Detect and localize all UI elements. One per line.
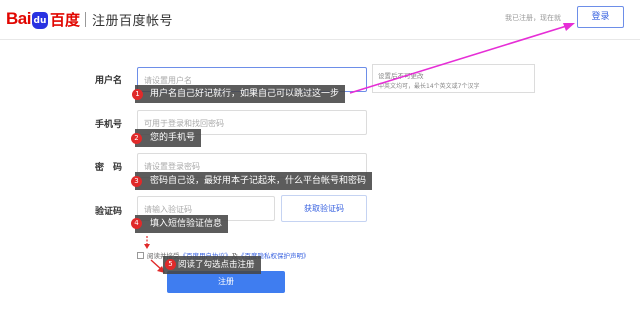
annotation-2-text: 您的手机号: [150, 133, 196, 143]
password-placeholder: 请设置登录密码: [144, 162, 200, 171]
annotation-4-text: 填入短信验证信息: [150, 219, 223, 229]
code-placeholder: 请输入验证码: [144, 205, 192, 214]
annotation-4: 填入短信验证信息: [135, 215, 229, 233]
page-header: Bai du 百度 注册百度帐号 我已注册，现在就 登录: [0, 0, 640, 40]
logo-divider: [84, 11, 86, 27]
annotation-1-badge: 1: [132, 89, 143, 100]
username-tip-line2: 中英文均可，最长14个英文或7个汉字: [378, 83, 480, 90]
password-label: 密 码: [95, 163, 123, 173]
login-hint: 我已注册，现在就: [505, 14, 561, 22]
login-button[interactable]: 登录: [577, 6, 624, 28]
code-label: 验证码: [95, 207, 123, 217]
username-tip: 设置后不可更改 中英文均可，最长14个英文或7个汉字: [372, 64, 535, 93]
annotation-3-text: 密码自己设，最好用本子记起来，什么平台帐号和密码: [150, 176, 367, 186]
annotation-3: 密码自己设，最好用本子记起来，什么平台帐号和密码: [135, 172, 373, 190]
logo-text-bai: Bai: [6, 9, 31, 28]
annotation-5: 阅读了勾选点击注册: [163, 256, 261, 274]
arrow-down-head-icon: [144, 244, 150, 249]
page-title: 注册百度帐号: [91, 13, 173, 29]
annotation-4-badge: 4: [131, 218, 142, 229]
annotation-5-badge: 5: [165, 259, 176, 270]
annotation-1: 用户名自己好记就行，如果自己可以跳过这一步: [135, 85, 346, 103]
baidu-logo[interactable]: Bai du 百度 注册百度帐号: [6, 8, 173, 30]
annotation-3-badge: 3: [131, 176, 142, 187]
annotation-2-badge: 2: [131, 133, 142, 144]
username-tip-line1: 设置后不可更改: [378, 72, 424, 80]
register-button[interactable]: 注册: [167, 271, 285, 293]
annotation-1-text: 用户名自己好记就行，如果自己可以跳过这一步: [150, 89, 340, 99]
annotation-2: 您的手机号: [135, 129, 202, 147]
annotation-5-text: 阅读了勾选点击注册: [178, 260, 255, 270]
username-label: 用户名: [95, 76, 123, 86]
paw-icon: du: [31, 11, 48, 29]
agree-checkbox[interactable]: [137, 251, 144, 259]
get-code-button[interactable]: 获取验证码: [281, 195, 367, 222]
phone-label: 手机号: [95, 120, 123, 130]
phone-placeholder: 可用于登录和找回密码: [144, 119, 224, 128]
logo-text-cn: 百度: [49, 10, 80, 29]
arrow-to-submit-line: [150, 259, 163, 271]
